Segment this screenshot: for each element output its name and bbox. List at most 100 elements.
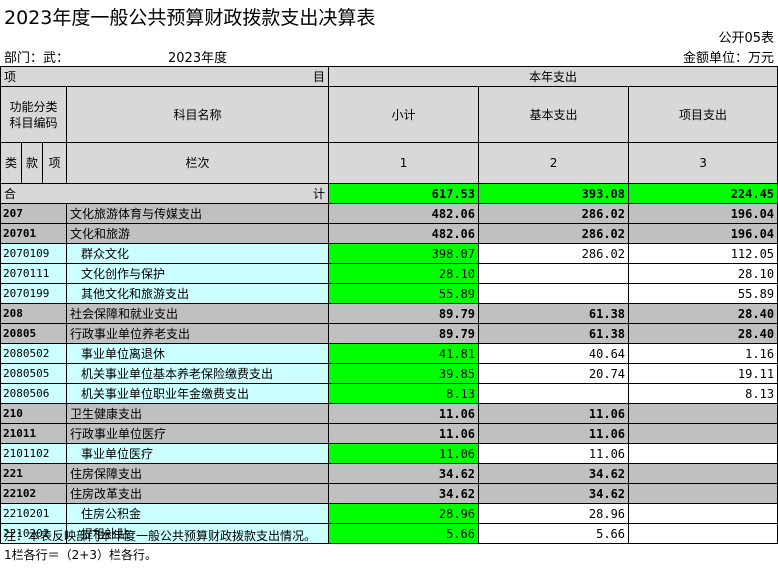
expenditure-table: 项 目 本年支出 功能分类科目编码 科目名称 小计 基本支出 项目支出 类 款 … — [0, 66, 778, 544]
row-project: 196.04 — [628, 203, 778, 224]
total-row: 合 计 617.53 393.08 224.45 — [0, 183, 778, 204]
table-row: 210 卫生健康支出 11.06 11.06 — [0, 403, 778, 424]
row-subtotal: 8.13 — [328, 383, 480, 404]
row-project — [628, 483, 778, 504]
row-subtotal: 482.06 — [328, 223, 480, 244]
table-row: 2070109 群众文化 398.07 286.02 112.05 — [0, 243, 778, 264]
row-code: 208 — [0, 303, 67, 324]
header-basic: 基本支出 — [478, 86, 630, 143]
table-row: 2210201 住房公积金 28.96 28.96 — [0, 503, 778, 524]
row-subject-name: 文化旅游体育与传媒支出 — [65, 203, 330, 224]
row-subtotal: 34.62 — [328, 463, 480, 484]
header-row-4: 栏次 1 2 3 — [1, 142, 778, 184]
header-current-expenditure: 本年支出 — [328, 66, 778, 87]
row-subtotal: 398.07 — [328, 243, 480, 264]
row-project — [628, 403, 778, 424]
header-function-code: 功能分类科目编码 — [0, 86, 67, 143]
table-row: 2080506 机关事业单位职业年金缴费支出 8.13 8.13 — [0, 383, 778, 404]
row-code: 2070199 — [0, 283, 67, 304]
row-basic — [478, 383, 630, 404]
row-project: 28.40 — [628, 303, 778, 324]
row-code: 2070109 — [0, 243, 67, 264]
header-row-2: 功能分类科目编码 科目名称 小计 基本支出 项目支出 — [0, 86, 778, 143]
row-code: 2210201 — [0, 503, 67, 524]
form-number: 公开05表 — [718, 31, 774, 46]
row-subject-name: 文化创作与保护 — [65, 263, 330, 284]
row-code: 21011 — [0, 423, 67, 444]
header-col1: 1 — [328, 142, 480, 184]
row-project — [628, 443, 778, 464]
table-row: 208 社会保障和就业支出 89.79 61.38 28.40 — [0, 303, 778, 324]
row-subtotal: 34.62 — [328, 483, 480, 504]
row-code: 2070111 — [0, 263, 67, 284]
header-mu: 目 — [313, 69, 326, 84]
header-subject-name: 科目名称 — [65, 86, 330, 143]
total-project: 224.45 — [628, 183, 778, 204]
row-basic: 286.02 — [478, 223, 630, 244]
total-label-cell: 合 计 — [0, 183, 330, 204]
table-row: 21011 行政事业单位医疗 11.06 11.06 — [0, 423, 778, 444]
row-subject-name: 机关事业单位职业年金缴费支出 — [65, 383, 330, 404]
table-row: 20701 文化和旅游 482.06 286.02 196.04 — [0, 223, 778, 244]
row-basic — [478, 283, 630, 304]
row-subtotal: 28.10 — [328, 263, 480, 284]
row-subject-name: 事业单位医疗 — [65, 443, 330, 464]
header-lei: 类 — [0, 142, 22, 184]
row-subject-name: 住房公积金 — [65, 503, 330, 524]
table-row: 22102 住房改革支出 34.62 34.62 — [0, 483, 778, 504]
header-subtotal: 小计 — [328, 86, 480, 143]
row-subject-name: 行政事业单位医疗 — [65, 423, 330, 444]
row-subtotal: 11.06 — [328, 423, 480, 444]
row-code: 20701 — [0, 223, 67, 244]
row-code: 22102 — [0, 483, 67, 504]
amount-unit: 金额单位：万元 — [682, 51, 774, 66]
row-code: 207 — [0, 203, 67, 224]
table-row: 20805 行政事业单位养老支出 89.79 61.38 28.40 — [0, 323, 778, 344]
total-label-ji: 计 — [313, 186, 326, 201]
row-subtotal: 28.96 — [328, 503, 480, 524]
row-project: 28.10 — [628, 263, 778, 284]
row-code: 210 — [0, 403, 67, 424]
row-basic: 61.38 — [478, 323, 630, 344]
row-project: 28.40 — [628, 323, 778, 344]
table-row: 2080505 机关事业单位基本养老保险缴费支出 39.85 20.74 19.11 — [0, 363, 778, 384]
row-subtotal: 41.81 — [328, 343, 480, 364]
report-year: 2023年度 — [168, 51, 228, 66]
row-subject-name: 群众文化 — [65, 243, 330, 264]
row-basic: 286.02 — [478, 243, 630, 264]
row-code: 2080506 — [0, 383, 67, 404]
row-subject-name: 事业单位离退休 — [65, 343, 330, 364]
row-project: 19.11 — [628, 363, 778, 384]
row-basic: 34.62 — [478, 483, 630, 504]
header-col3: 3 — [628, 142, 778, 184]
table-row: 2070111 文化创作与保护 28.10 28.10 — [0, 263, 778, 284]
row-subject-name: 住房改革支出 — [65, 483, 330, 504]
row-code: 2080505 — [0, 363, 67, 384]
row-subject-name: 行政事业单位养老支出 — [65, 323, 330, 344]
row-project: 112.05 — [628, 243, 778, 264]
header-item: 项 — [4, 69, 17, 84]
row-subtotal: 11.06 — [328, 403, 480, 424]
table-row: 2070199 其他文化和旅游支出 55.89 55.89 — [0, 283, 778, 304]
header-xiang: 项 — [42, 142, 67, 184]
row-project — [628, 423, 778, 444]
row-code: 221 — [0, 463, 67, 484]
row-basic: 34.62 — [478, 463, 630, 484]
row-project: 1.16 — [628, 343, 778, 364]
row-subject-name: 社会保障和就业支出 — [65, 303, 330, 324]
row-project: 8.13 — [628, 383, 778, 404]
row-basic: 11.06 — [478, 423, 630, 444]
footnote: 注：本表反映部门本年度一般公共预算财政拨款支出情况。 — [4, 529, 317, 543]
row-subtotal: 89.79 — [328, 323, 480, 344]
footnote: 1栏各行＝（2+3）栏各行。 — [4, 548, 157, 562]
row-code: 2080502 — [0, 343, 67, 364]
row-subtotal: 55.89 — [328, 283, 480, 304]
row-subject-name: 其他文化和旅游支出 — [65, 283, 330, 304]
total-label-he: 合 — [4, 186, 17, 201]
table-row: 2080502 事业单位离退休 41.81 40.64 1.16 — [0, 343, 778, 364]
row-project: 55.89 — [628, 283, 778, 304]
row-project — [628, 523, 778, 544]
row-subtotal: 482.06 — [328, 203, 480, 224]
row-subtotal: 5.66 — [328, 523, 480, 544]
row-basic: 11.06 — [478, 443, 630, 464]
